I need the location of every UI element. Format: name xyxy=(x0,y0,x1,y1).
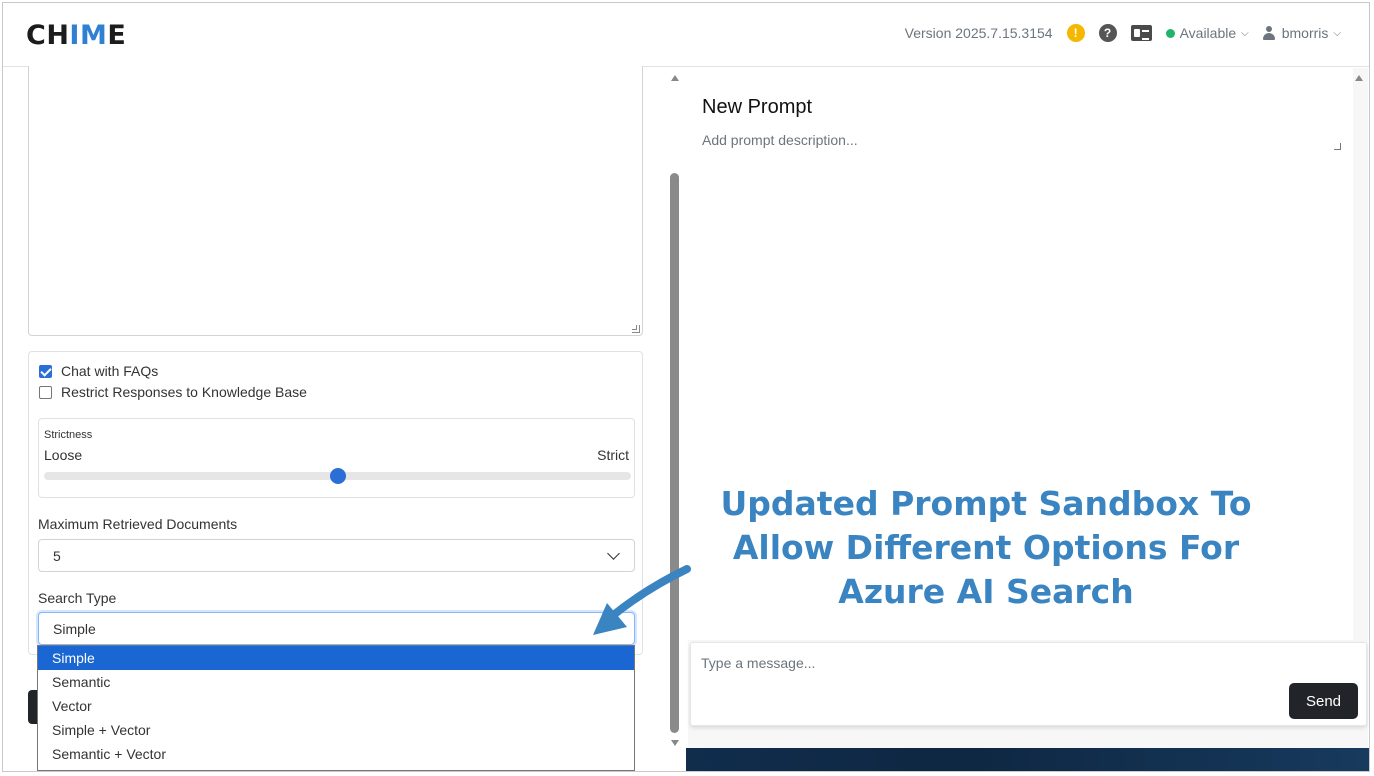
version-text: Version 2025.7.15.3154 xyxy=(904,25,1053,41)
annotation-text: Updated Prompt Sandbox To Allow Differen… xyxy=(720,484,1252,611)
status-label: Available xyxy=(1179,25,1237,41)
warning-icon[interactable]: ! xyxy=(1066,24,1085,42)
chevron-down-icon xyxy=(607,547,620,560)
prompt-sandbox-panel: New Prompt Add prompt description... Typ… xyxy=(688,68,1368,748)
id-card-icon[interactable] xyxy=(1130,25,1152,41)
search-type-label: Search Type xyxy=(38,590,117,606)
header-actions: Version 2025.7.15.3154 ! ? Available ⌵ b… xyxy=(891,22,1341,44)
status-dropdown[interactable]: Available ⌵ xyxy=(1165,25,1249,41)
scroll-up-icon[interactable] xyxy=(671,75,679,81)
status-dot-icon xyxy=(1165,28,1175,38)
prompt-settings-panel: Chat with FAQs Restrict Responses to Kno… xyxy=(3,66,686,771)
chat-composer: Type a message... Send xyxy=(690,642,1367,726)
dropdown-option[interactable]: Simple + Vector xyxy=(38,718,634,742)
left-scrollbar[interactable] xyxy=(667,68,683,748)
strictness-min-label: Loose xyxy=(44,447,83,463)
chat-faqs-checkbox[interactable]: Chat with FAQs xyxy=(39,363,158,379)
top-header: CHIME Version 2025.7.15.3154 ! ? Availab… xyxy=(3,3,1369,67)
checkbox-checked-icon[interactable] xyxy=(39,364,52,378)
restrict-kb-checkbox[interactable]: Restrict Responses to Knowledge Base xyxy=(39,384,307,400)
help-icon[interactable]: ? xyxy=(1098,24,1117,42)
strictness-box: Strictness Loose Strict xyxy=(38,418,635,498)
user-name: bmorris xyxy=(1281,25,1329,41)
dropdown-option[interactable]: Simple xyxy=(38,646,634,670)
dropdown-option[interactable]: Vector xyxy=(38,694,634,718)
strictness-title: Strictness xyxy=(44,429,93,441)
prompt-textarea[interactable] xyxy=(28,66,643,336)
scroll-up-icon[interactable] xyxy=(1355,75,1363,81)
strictness-max-label: Strict xyxy=(597,447,629,463)
search-type-select[interactable]: Simple xyxy=(38,612,635,645)
max-docs-label: Maximum Retrieved Documents xyxy=(38,516,238,532)
chevron-down-icon: ⌵ xyxy=(1333,27,1341,39)
user-menu[interactable]: bmorris ⌵ xyxy=(1262,25,1341,41)
dropdown-option[interactable]: Semantic + Vector xyxy=(38,742,634,766)
scroll-thumb[interactable] xyxy=(670,173,679,733)
prompt-title[interactable]: New Prompt xyxy=(702,96,812,119)
options-card: Chat with FAQs Restrict Responses to Kno… xyxy=(28,351,643,655)
chat-faqs-label: Chat with FAQs xyxy=(61,363,159,379)
scroll-down-icon[interactable] xyxy=(671,740,679,746)
app-window: CHIME Version 2025.7.15.3154 ! ? Availab… xyxy=(2,2,1370,772)
restrict-kb-label: Restrict Responses to Knowledge Base xyxy=(61,384,307,400)
prompt-description-input[interactable]: Add prompt description... xyxy=(702,132,858,148)
dropdown-option[interactable]: Semantic xyxy=(38,670,634,694)
search-type-value: Simple xyxy=(53,621,96,637)
send-button[interactable]: Send xyxy=(1289,683,1358,719)
max-docs-select[interactable]: 5 xyxy=(38,539,635,572)
chevron-down-icon: ⌵ xyxy=(1241,27,1249,39)
message-input[interactable]: Type a message... xyxy=(701,655,815,671)
checkbox-unchecked-icon[interactable] xyxy=(39,385,52,399)
resize-handle-icon[interactable] xyxy=(632,325,640,333)
slider-thumb[interactable] xyxy=(329,468,346,484)
resize-handle-icon[interactable] xyxy=(1334,143,1341,150)
strictness-slider[interactable] xyxy=(44,468,631,484)
max-docs-value: 5 xyxy=(53,548,61,564)
search-type-dropdown[interactable]: Simple Semantic Vector Simple + Vector S… xyxy=(37,645,635,771)
user-icon xyxy=(1262,26,1275,40)
annotation-arrow-icon xyxy=(593,565,691,635)
chime-logo[interactable]: CHIME xyxy=(26,20,126,51)
